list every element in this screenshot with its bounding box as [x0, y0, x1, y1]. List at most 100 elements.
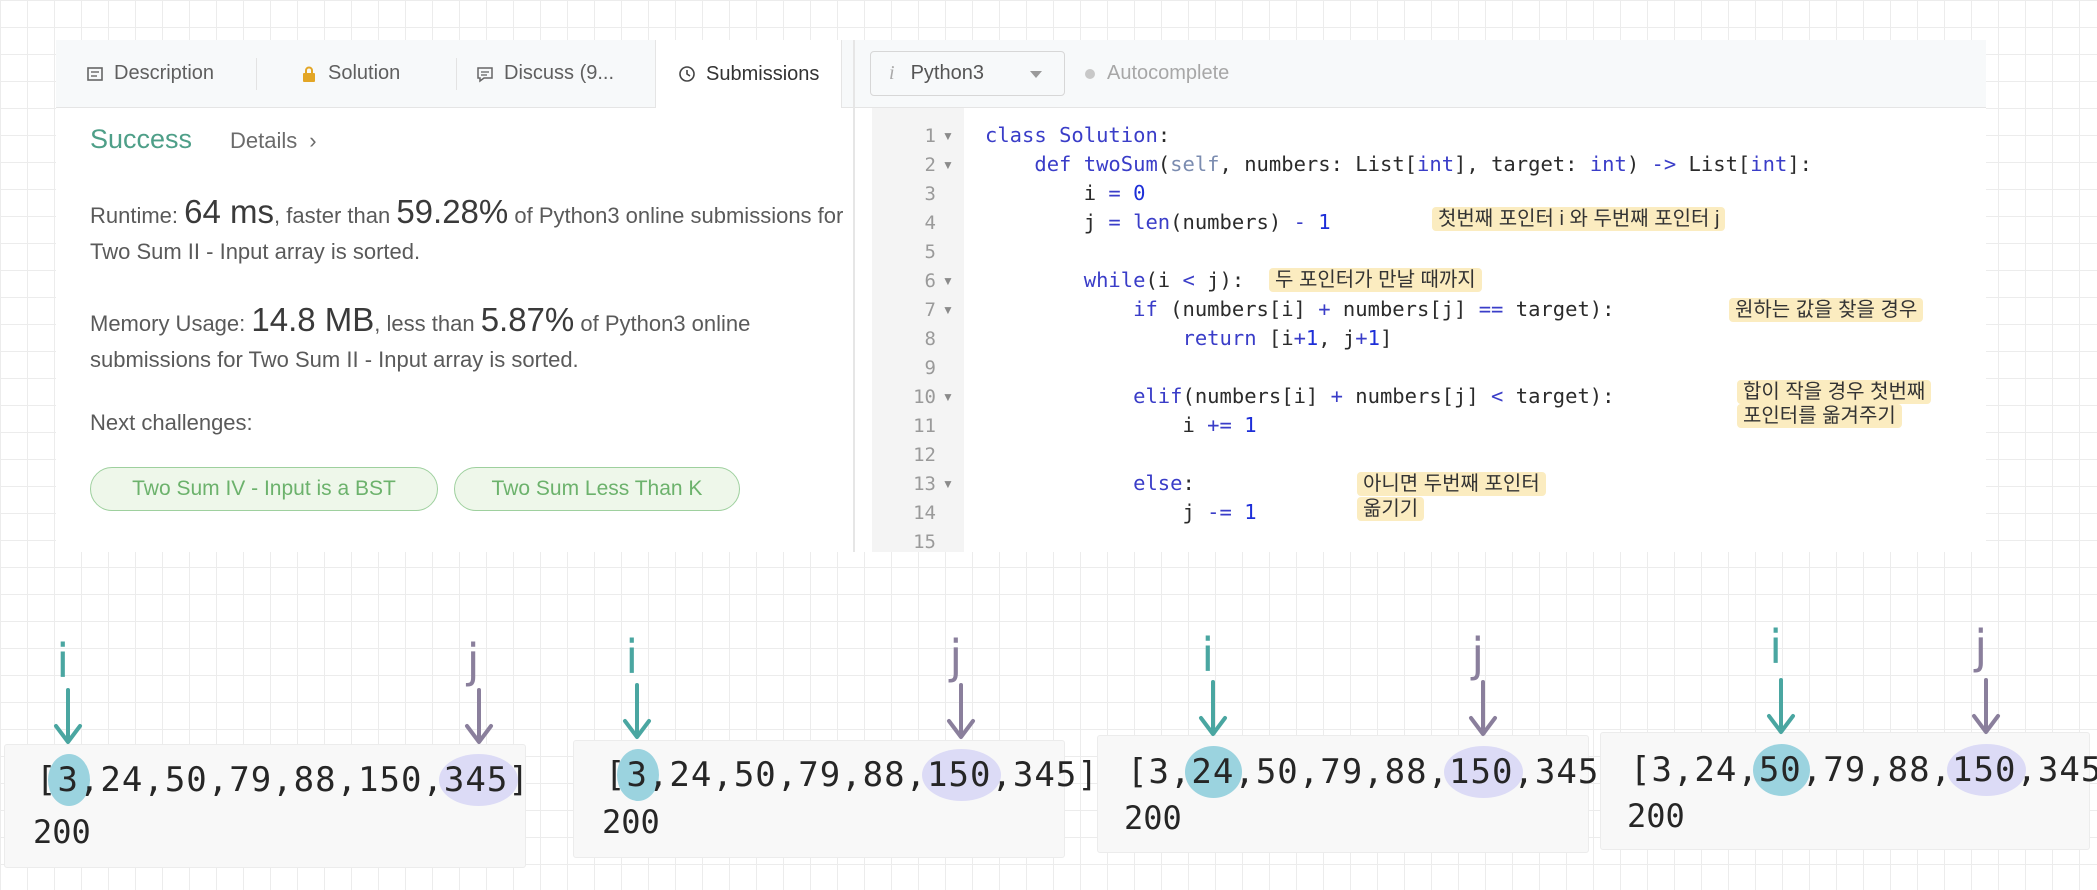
memory-prefix: Memory Usage: — [90, 311, 252, 336]
line-number: 8 — [924, 328, 936, 350]
autocomplete-toggle[interactable]: Autocomplete — [1085, 62, 1229, 85]
dot-icon — [1085, 68, 1095, 79]
down-arrow-icon — [1972, 678, 2001, 734]
line-number: 15 — [913, 531, 936, 552]
annotation-note: 두 포인터가 만날 때까지 — [1269, 268, 1482, 292]
line-number: 11 — [913, 415, 936, 437]
tab-submissions[interactable]: Submissions — [655, 40, 843, 108]
code-line-6: while(i < j): — [1083, 268, 1245, 292]
annotation-note: 옮기기 — [1357, 497, 1425, 521]
pointer-j-label: j — [949, 630, 963, 684]
line-number: 3 — [924, 183, 936, 205]
editor-toolbar: i Python3 Autocomplete — [855, 40, 1986, 108]
submission-result: Success Details › Runtime: 64 ms, faster … — [56, 108, 853, 552]
runtime-mid: , faster than — [274, 203, 397, 228]
challenge-chip[interactable]: Two Sum IV - Input is a BST — [90, 467, 438, 511]
chevron-right-icon: › — [309, 128, 317, 153]
annotation-note: 아니면 두번째 포인터 — [1357, 472, 1546, 496]
line-number: 4 — [924, 212, 936, 234]
panel-divider[interactable] — [853, 40, 855, 552]
code-line-8: return [i+1, j+1] — [1182, 326, 1393, 350]
target-value: 200 — [602, 803, 660, 841]
runtime-text: Runtime: 64 ms, faster than 59.28% of Py… — [90, 194, 853, 234]
fold-toggle-icon[interactable]: ▼ — [942, 274, 954, 288]
chevron-down-icon — [1030, 71, 1042, 78]
pointer-i-label: i — [56, 634, 70, 688]
tab-description[interactable]: Description — [86, 40, 214, 107]
pointer-i-label: i — [1201, 628, 1215, 682]
code-editor[interactable]: 1 ▼ 2 ▼ 3 4 5 6 ▼ 7 ▼ 8 9 10 ▼ 11 12 13 ▼ 14 15 class Soluti… — [872, 108, 1986, 552]
annotation-note: 포인터를 옮겨주기 — [1737, 404, 1902, 428]
language-select[interactable]: i Python3 — [870, 51, 1065, 96]
fold-toggle-icon[interactable]: ▼ — [942, 303, 954, 317]
pointer-j-label: j — [466, 634, 480, 688]
line-number: 2 — [924, 154, 936, 176]
pointer-j-label: j — [1974, 620, 1988, 674]
code-line-14: j -= 1 — [985, 500, 1257, 524]
tab-divider — [256, 58, 257, 90]
details-link[interactable]: Details › — [230, 128, 317, 154]
tab-divider — [456, 58, 457, 90]
runtime-value: 64 ms — [184, 193, 275, 230]
annotation-note: 첫번째 포인터 i 와 두번째 포인터 j — [1432, 207, 1726, 231]
memory-mid: , less than — [374, 311, 481, 336]
line-number: 1 — [924, 125, 936, 147]
autocomplete-label: Autocomplete — [1107, 62, 1230, 84]
memory-line2: submissions for Two Sum II - Input array… — [90, 347, 579, 372]
memory-value: 14.8 MB — [251, 301, 375, 338]
line-number: 5 — [924, 241, 936, 263]
runtime-suffix: of Python3 online submissions for — [508, 203, 844, 228]
target-value: 200 — [1627, 797, 1685, 835]
tab-solution[interactable]: Solution — [300, 40, 400, 107]
array-text: [3,24,50,79,88,150,345] — [1630, 750, 2097, 790]
pointer-j-label: j — [1471, 628, 1485, 682]
pointer-i-label: i — [1769, 620, 1782, 674]
target-value: 200 — [1124, 799, 1182, 837]
code-line-10: elif(numbers[i] + numbers[j] < target): — [1133, 384, 1615, 408]
array-text: [3,24,50,79,88,150,345] — [605, 755, 1099, 795]
code-line-1: class Solution: — [985, 123, 1171, 147]
line-number: 10 — [913, 386, 936, 408]
runtime-line2: Two Sum II - Input array is sorted. — [90, 239, 421, 264]
array-text: [3,24,50,79,88,150,345] — [36, 760, 530, 800]
line-number: 6 — [924, 270, 936, 292]
line-number: 9 — [924, 357, 936, 379]
runtime-prefix: Runtime: — [90, 203, 185, 228]
code-line-4: j = len(numbers) - 1 — [985, 210, 1331, 234]
tab-discuss[interactable]: Discuss (9... — [476, 40, 614, 107]
tab-submissions-label: Submissions — [706, 62, 820, 85]
tab-description-label: Description — [114, 62, 215, 84]
challenge-chip[interactable]: Two Sum Less Than K — [454, 467, 740, 511]
line-number: 13 — [913, 473, 936, 495]
fold-toggle-icon[interactable]: ▼ — [942, 390, 954, 404]
lock-icon — [303, 66, 315, 82]
code-line-2: def twoSum(self, numbers: List[int], tar… — [1034, 152, 1812, 176]
memory-percent: 5.87% — [480, 301, 575, 338]
down-arrow-icon — [464, 688, 493, 744]
comment-icon — [477, 66, 493, 82]
success-status: Success — [90, 124, 193, 154]
fold-toggle-icon[interactable]: ▼ — [942, 158, 954, 172]
fold-toggle-icon[interactable]: ▼ — [942, 129, 954, 143]
array-text: [3,24,50,79,88,150,345] — [1127, 752, 1621, 792]
down-arrow-icon — [1767, 678, 1796, 734]
line-number: 14 — [913, 502, 936, 524]
code-line-3: i = 0 — [985, 181, 1146, 205]
line-number: 7 — [924, 299, 936, 321]
down-arrow-icon — [947, 683, 976, 739]
language-value: Python3 — [910, 62, 984, 84]
annotation-note: 합이 작을 경우 첫번째 — [1737, 380, 1932, 404]
memory-text: Memory Usage: 14.8 MB, less than 5.87% o… — [90, 302, 853, 342]
leetcode-panel: Description Solution Discuss (9... Submi… — [56, 40, 1986, 552]
down-arrow-icon — [623, 683, 652, 739]
details-label: Details — [230, 128, 298, 153]
target-value: 200 — [33, 813, 91, 851]
line-number: 12 — [913, 444, 936, 466]
pointer-i-label: i — [625, 630, 639, 684]
down-arrow-icon — [54, 688, 83, 744]
next-challenges-label: Next challenges: — [90, 410, 253, 435]
tab-discuss-label: Discuss (9... — [504, 62, 615, 84]
description-icon — [87, 66, 103, 81]
down-arrow-icon — [1469, 680, 1498, 736]
fold-toggle-icon[interactable]: ▼ — [942, 477, 954, 491]
